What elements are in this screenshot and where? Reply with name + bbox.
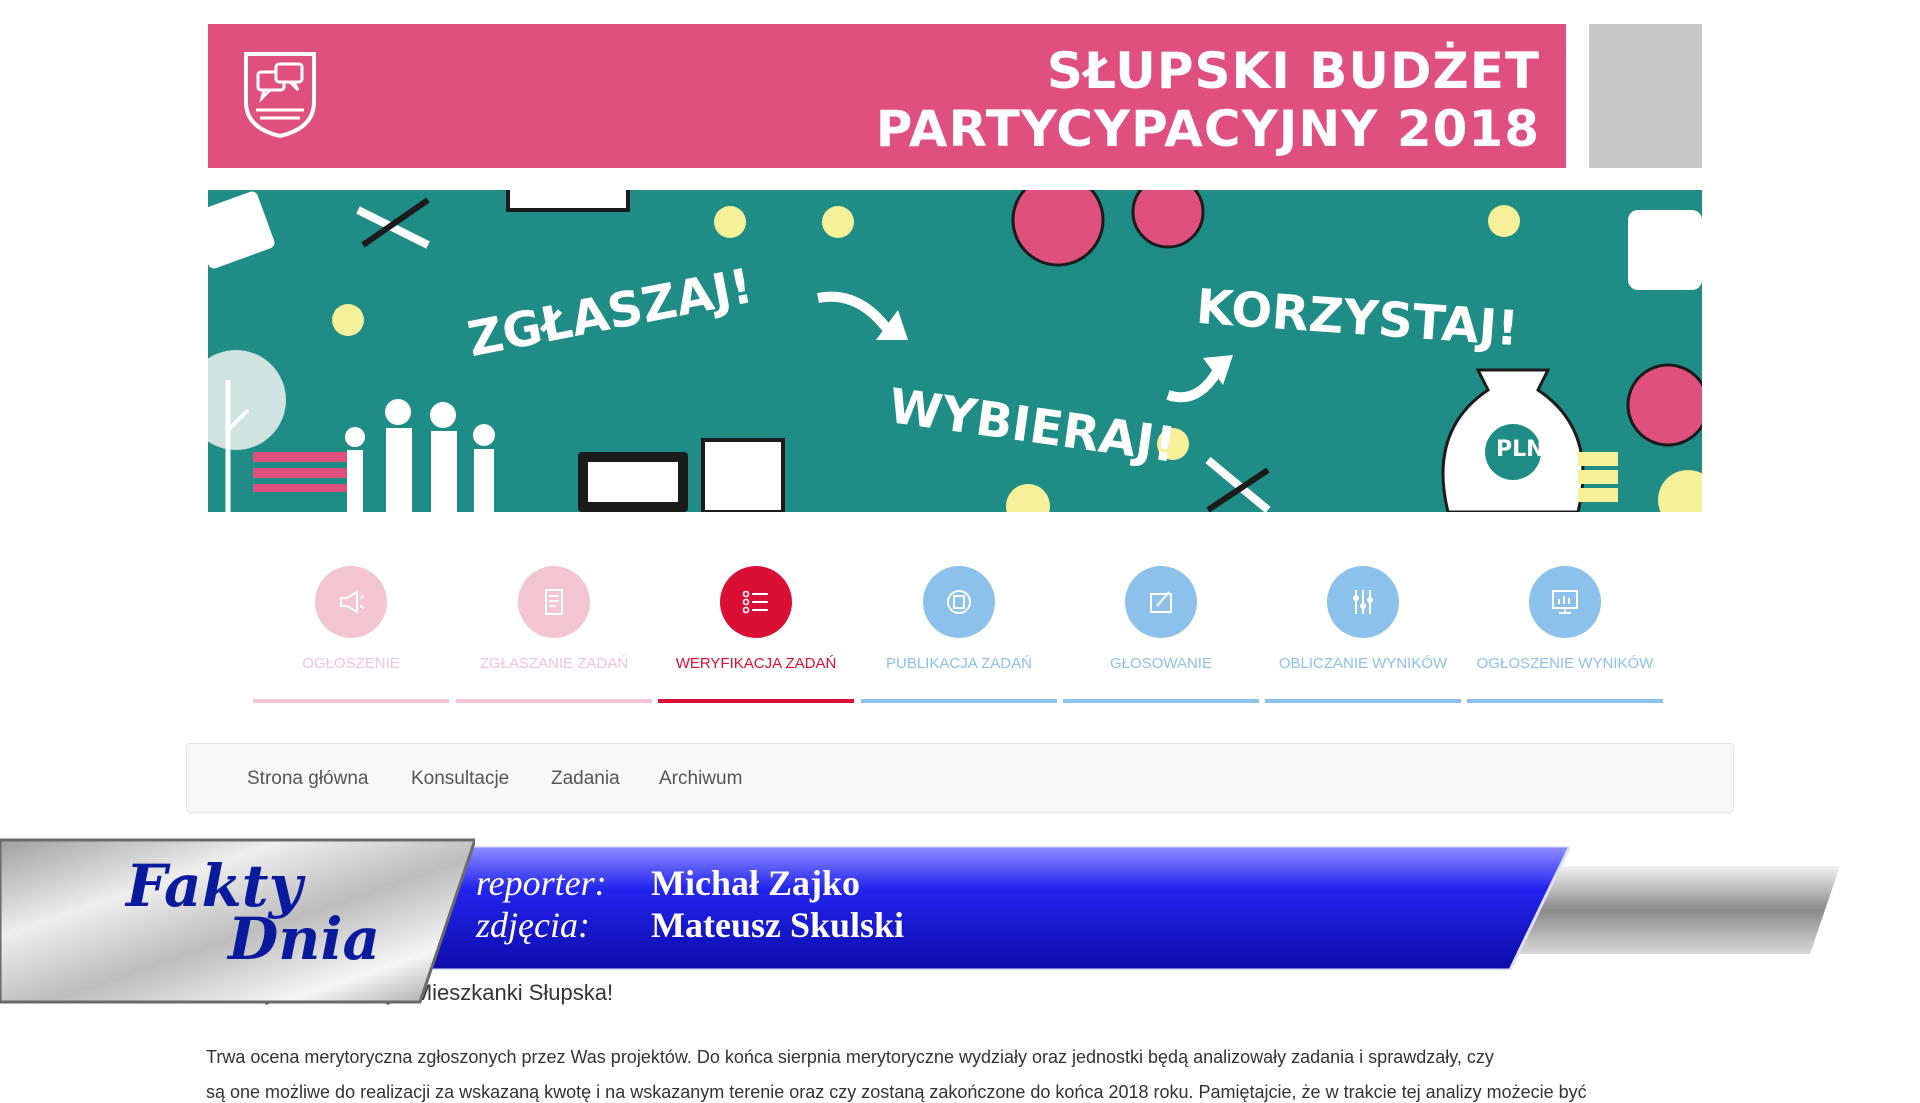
photo-name: Mateusz Skulski xyxy=(651,905,905,945)
reporter-label: reporter: xyxy=(476,863,607,903)
phase-progress-line xyxy=(456,699,652,703)
phase-ogloszenie-wynikow[interactable]: OGŁOSZENIE WYNIKÓW xyxy=(1467,566,1663,706)
phase-progress-line xyxy=(1467,699,1663,703)
vote-icon xyxy=(1125,566,1197,638)
phase-label: WERYFIKACJA ZADAŃ xyxy=(675,655,837,672)
document-icon xyxy=(518,566,590,638)
main-navbar: Strona główna Konsultacje Zadania Archiw… xyxy=(186,743,1734,813)
nav-item-archiwum[interactable]: Archiwum xyxy=(659,768,742,790)
chart-screen-icon xyxy=(1529,566,1601,638)
phase-label: GŁOSOWANIE xyxy=(1110,655,1212,672)
abacus-icon xyxy=(1327,566,1399,638)
phase-progress-line xyxy=(861,699,1057,703)
title-line-1: SŁUPSKI BUDŻET xyxy=(1046,42,1540,100)
phase-progress-line xyxy=(1063,699,1259,703)
reporter-credit: reporter: Michał Zajko xyxy=(476,862,860,904)
brand-logo-line-2: Dnia xyxy=(228,905,381,973)
checklist-icon xyxy=(720,566,792,638)
megaphone-icon xyxy=(315,566,387,638)
nav-item-home[interactable]: Strona główna xyxy=(247,768,368,790)
title-line-2: PARTYCYPACYJNY 2018 xyxy=(875,100,1540,158)
phase-label: OBLICZANIE WYNIKÓW xyxy=(1278,655,1448,672)
publish-icon xyxy=(923,566,995,638)
photo-label: zdjęcia: xyxy=(476,905,590,945)
phase-label: OGŁOSZENIE WYNIKÓW xyxy=(1476,655,1654,672)
phase-label: PUBLIKACJA ZADAŃ xyxy=(886,655,1032,672)
phase-glosowanie[interactable]: GŁOSOWANIE xyxy=(1063,566,1259,706)
phase-label: ZGŁASZANIE ZADAŃ xyxy=(479,655,629,672)
phase-weryfikacja-zadan[interactable]: WERYFIKACJA ZADAŃ xyxy=(658,566,854,706)
nav-item-zadania[interactable]: Zadania xyxy=(551,768,620,790)
phase-label: OGŁOSZENIE xyxy=(302,655,400,672)
phase-publikacja-zadan[interactable]: PUBLIKACJA ZADAŃ xyxy=(861,566,1057,706)
phase-progress-line xyxy=(1265,699,1461,703)
speech-bubbles-shield-icon[interactable] xyxy=(242,50,318,138)
content-paragraph: Trwa ocena merytoryczna zgłoszonych prze… xyxy=(206,1047,1494,1067)
reporter-name: Michał Zajko xyxy=(651,863,861,903)
hero-banner: ZGŁASZAJ! WYBIERAJ! KORZYSTAJ! PLN xyxy=(208,190,1702,512)
content-paragraph: są one możliwe do realizacji za wskazaną… xyxy=(206,1082,1587,1102)
page-title: SŁUPSKI BUDŻET PARTYCYPACYJNY 2018 xyxy=(876,42,1540,158)
header-side-panel xyxy=(1589,24,1702,168)
photo-credit: zdjęcia: Mateusz Skulski xyxy=(476,904,904,946)
phase-obliczanie-wynikow[interactable]: OBLICZANIE WYNIKÓW xyxy=(1265,566,1461,706)
phase-ogloszenie[interactable]: OGŁOSZENIE xyxy=(253,566,449,706)
phase-zglaszanie-zadan[interactable]: ZGŁASZANIE ZADAŃ xyxy=(456,566,652,706)
money-bag-label: PLN xyxy=(1496,437,1545,462)
phase-progress-line xyxy=(253,699,449,703)
phase-progress-line xyxy=(658,699,854,703)
nav-item-konsultacje[interactable]: Konsultacje xyxy=(411,768,509,790)
